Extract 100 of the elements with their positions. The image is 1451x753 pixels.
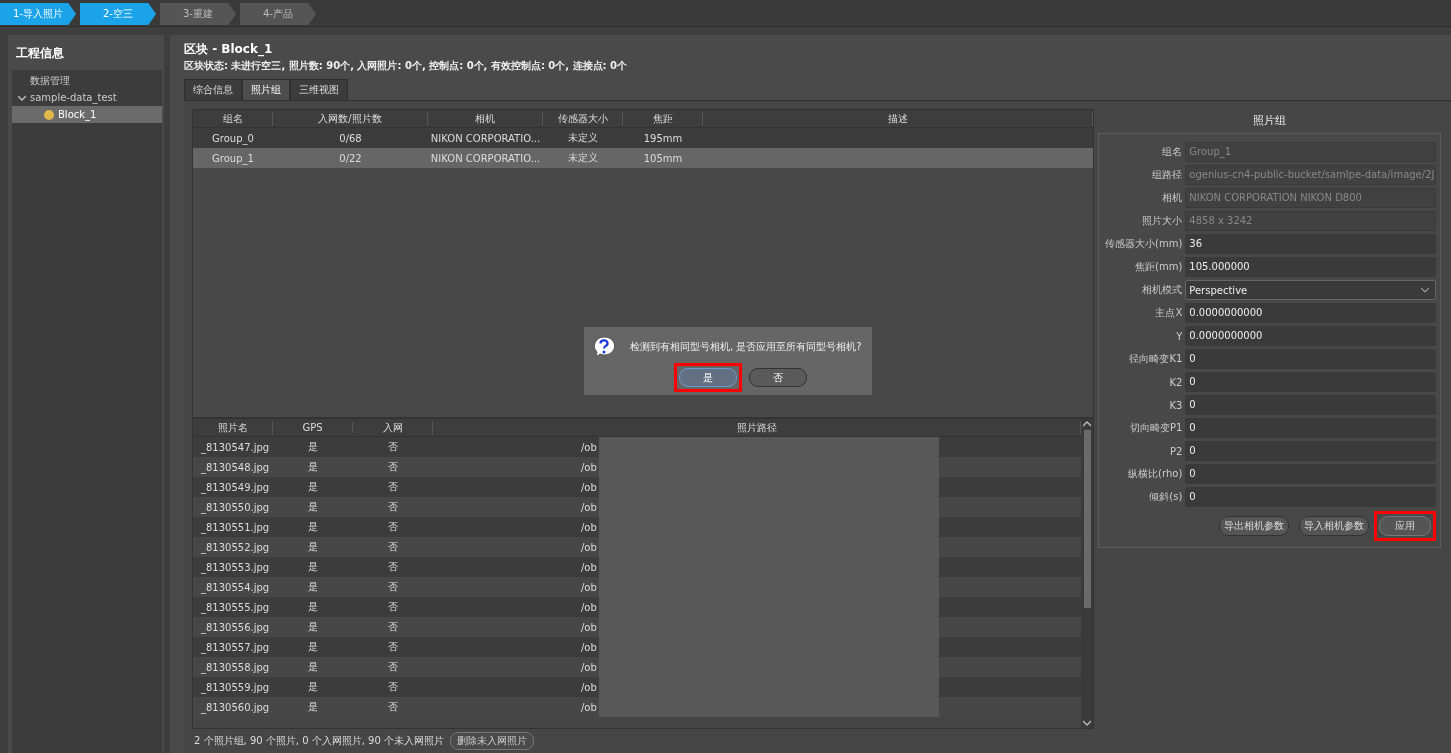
table-cell-text: /ob — [581, 641, 598, 653]
table-cell-text: /ob — [581, 681, 598, 693]
table-cell-text: _8130559.jpg — [200, 681, 271, 693]
column-header[interactable]: 相机 — [428, 111, 543, 126]
input-field[interactable]: 0 — [1185, 349, 1436, 369]
tab[interactable]: 三维视图 — [290, 79, 348, 100]
field-label: 相机模式 — [1141, 283, 1183, 297]
table-cell-text: 否 — [387, 700, 399, 714]
tree-item[interactable]: sample-data_test — [12, 89, 162, 106]
table-cell-text: _8130552.jpg — [200, 541, 271, 553]
column-header[interactable]: 入网数/照片数 — [273, 111, 428, 126]
block-title: 区块 - Block_1 — [184, 41, 274, 59]
table-row[interactable]: Group_0 0/68 NIKON CORPORATIO... 未定义 195mm — [193, 128, 1093, 148]
table-cell-text: 否 — [387, 540, 399, 554]
input-field[interactable]: 0 — [1185, 464, 1436, 484]
input-field[interactable]: 0 — [1185, 441, 1436, 461]
table-cell-text: NIKON CORPORATIO... — [429, 152, 542, 164]
table-cell-text: Group_1 — [211, 152, 255, 164]
dropdown[interactable]: Perspective — [1185, 280, 1436, 300]
panel-button[interactable]: 导出相机参数 — [1219, 516, 1289, 536]
table-cell-text: _8130551.jpg — [200, 521, 271, 533]
scrollbar[interactable] — [1081, 419, 1093, 728]
table-cell-text: /ob — [581, 701, 598, 713]
dialog-button[interactable]: 是 — [679, 368, 737, 387]
table-cell-text: /ob — [581, 561, 598, 573]
input-field[interactable]: 0.0000000000 — [1185, 303, 1436, 323]
status-dot-icon — [44, 109, 54, 120]
column-header[interactable]: 照片名 — [193, 420, 273, 435]
step-tab[interactable]: 4-产品 — [240, 3, 316, 25]
field-label: 径向畸变K1 — [1128, 352, 1183, 366]
column-header[interactable]: 描述 — [703, 111, 1093, 126]
table-cell-text: _8130555.jpg — [200, 601, 271, 613]
input-field[interactable]: 0.0000000000 — [1185, 326, 1436, 346]
table-cell-text: 105mm — [642, 152, 684, 164]
field-label: Y — [1175, 330, 1183, 342]
table-cell-text: 195mm — [642, 132, 684, 144]
table-cell-text: 否 — [387, 440, 399, 454]
table-cell-text: Group_0 — [211, 132, 255, 144]
panel-title: 工程信息 — [15, 45, 65, 62]
scroll-down-icon[interactable] — [1083, 720, 1091, 726]
table-cell-text: /ob — [581, 621, 598, 633]
table-cell-text: 否 — [387, 620, 399, 634]
field-label: 主点X — [1154, 306, 1183, 320]
table-cell-text: 是 — [307, 580, 319, 594]
scroll-up-icon[interactable] — [1083, 421, 1091, 427]
table-cell-text: _8130550.jpg — [200, 501, 271, 513]
column-header[interactable]: 组名 — [193, 111, 273, 126]
table-cell-text: 是 — [307, 440, 319, 454]
table-cell-text: /ob — [581, 661, 598, 673]
tree-item[interactable]: Block_1 — [12, 106, 162, 123]
column-header[interactable]: GPS — [273, 422, 353, 433]
step-tab[interactable]: 3-重建 — [160, 3, 236, 25]
table-cell-text: 否 — [387, 560, 399, 574]
table-cell-text: 是 — [307, 560, 319, 574]
tab[interactable]: 照片组 — [242, 79, 290, 100]
field-label: 焦距(mm) — [1134, 260, 1183, 274]
table-cell-text: 是 — [307, 680, 319, 694]
table-cell-text: 未定义 — [567, 131, 599, 145]
block-status: 区块状态: 未进行空三, 照片数: 90个, 入网照片: 0个, 控制点: 0个, 有效控制点: 0个, 连接点: 0个 — [184, 59, 629, 73]
column-header[interactable]: 入网 — [353, 420, 433, 435]
field-label: 传感器大小(mm) — [1105, 237, 1183, 251]
table-cell-text: NIKON CORPORATIO... — [429, 132, 542, 144]
input-field[interactable]: 0 — [1185, 418, 1436, 438]
table-cell-text: 否 — [387, 660, 399, 674]
delete-button[interactable]: 删除未入网照片 — [449, 732, 534, 750]
dialog-button[interactable]: 否 — [749, 368, 807, 387]
table-cell-text: _8130560.jpg — [200, 701, 271, 713]
input-field[interactable]: 36 — [1185, 234, 1436, 254]
dialog-message: 检测到有相同型号相机, 是否应用至所有同型号相机? — [630, 340, 862, 354]
input-field[interactable]: 0 — [1185, 395, 1436, 415]
table-cell-text: _8130553.jpg — [200, 561, 271, 573]
table-cell-text: _8130558.jpg — [200, 661, 271, 673]
table-cell-text: /ob — [581, 461, 598, 473]
panel-button[interactable]: 应用 — [1379, 516, 1431, 536]
scroll-thumb[interactable] — [1083, 430, 1091, 608]
table-cell-text: 是 — [307, 520, 319, 534]
question-icon — [592, 335, 616, 359]
table-cell-text: 否 — [387, 680, 399, 694]
column-header[interactable]: 焦距 — [623, 111, 703, 126]
table-cell-text: 是 — [307, 480, 319, 494]
tree-item[interactable]: 数据管理 — [12, 72, 162, 89]
table-cell-text: /ob — [581, 441, 598, 453]
chevron-down-icon[interactable] — [18, 94, 26, 101]
input-field[interactable]: 105.000000 — [1185, 257, 1436, 277]
input-field[interactable]: 0 — [1185, 372, 1436, 392]
table-cell-text: /ob — [581, 541, 598, 553]
table-row[interactable]: Group_1 0/22 NIKON CORPORATIO... 未定义 105mm — [193, 148, 1093, 168]
panel-button[interactable]: 导入相机参数 — [1299, 516, 1369, 536]
column-header[interactable]: 传感器大小 — [543, 111, 623, 126]
table-cell-text: /ob — [581, 521, 598, 533]
summary-text: 2 个照片组, 90 个照片, 0 个入网照片, 90 个未入网照片 — [194, 734, 444, 748]
table-cell-text: 否 — [387, 640, 399, 654]
table-cell-text: 未定义 — [567, 151, 599, 165]
table-cell-text: _8130547.jpg — [200, 441, 271, 453]
table-cell-text: _8130557.jpg — [200, 641, 271, 653]
table-cell-text: _8130548.jpg — [200, 461, 271, 473]
tab[interactable]: 综合信息 — [184, 79, 242, 100]
table-cell-text: 否 — [387, 460, 399, 474]
input-field[interactable]: 0 — [1185, 487, 1436, 507]
table-cell-text: /ob — [581, 581, 598, 593]
